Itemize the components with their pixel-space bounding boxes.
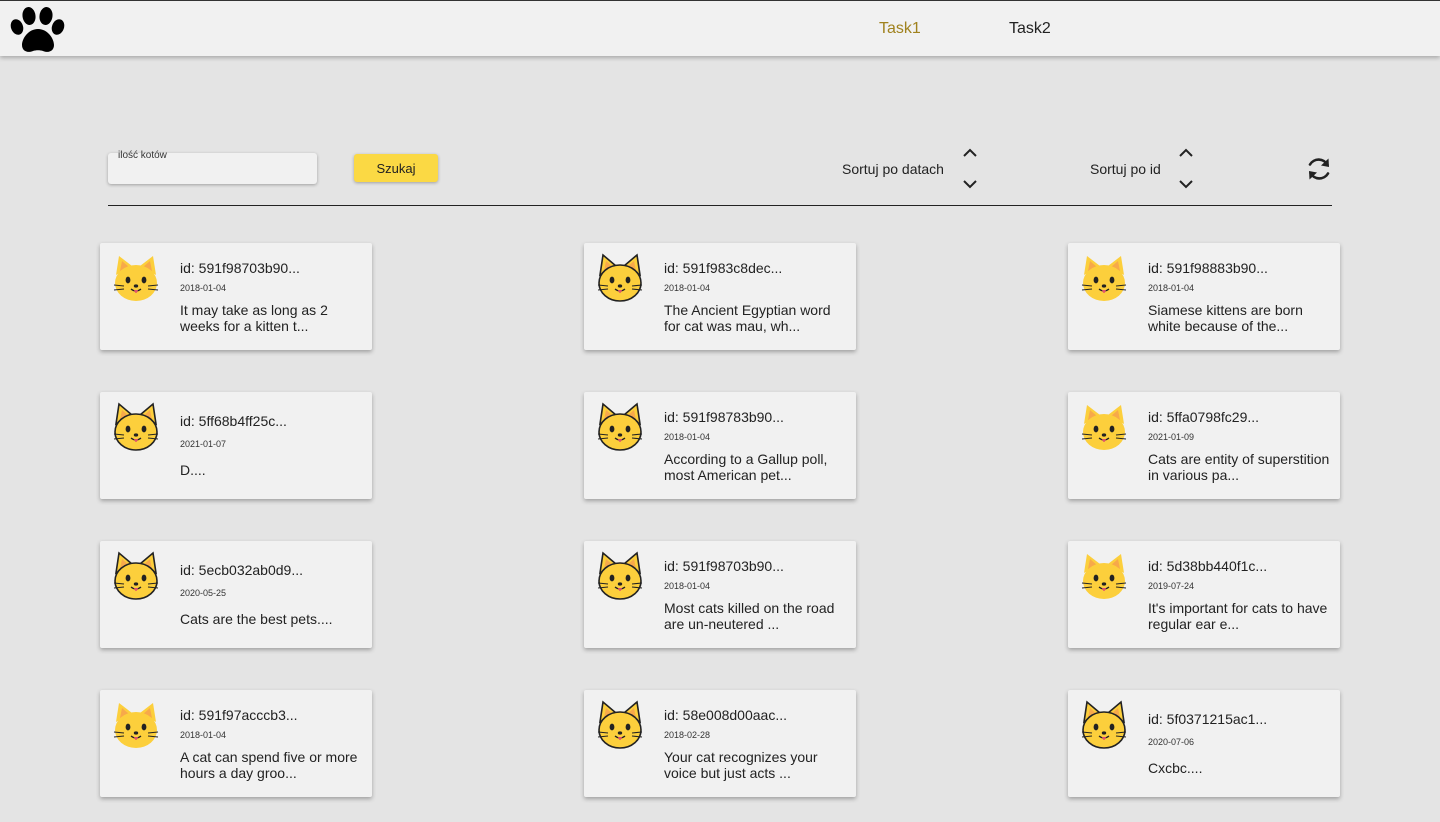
cat-fact-card[interactable]: id: 5ffa0798fc29... 2021-01-09 Cats are … (1068, 392, 1340, 499)
card-date: 2018-02-28 (664, 730, 711, 740)
card-text: A cat can spend five or more hours a day… (180, 749, 358, 781)
cat-face-icon (110, 253, 162, 305)
card-text: Siamese kittens are born white because o… (1148, 302, 1303, 334)
nav-task2[interactable]: Task2 (1009, 20, 1051, 38)
card-id: id: 591f98703b90... (180, 260, 300, 276)
sort-id-asc-icon[interactable] (1178, 147, 1194, 159)
card-date: 2020-07-06 (1148, 737, 1195, 747)
cat-fact-card[interactable]: id: 58e008d00aac... 2018-02-28 Your cat … (584, 690, 856, 797)
cat-face-icon (110, 551, 162, 603)
card-date: 2018-01-04 (664, 283, 711, 293)
card-id: id: 591f98883b90... (1148, 260, 1268, 276)
card-date: 2018-01-04 (180, 730, 227, 740)
cat-face-icon (110, 700, 162, 752)
card-date: 2021-01-07 (180, 439, 227, 449)
card-date: 2018-01-04 (1148, 283, 1195, 293)
card-id: id: 591f983c8dec... (664, 260, 783, 276)
card-text: The Ancient Egyptian word for cat was ma… (664, 302, 831, 334)
card-date: 2018-01-04 (664, 432, 711, 442)
cat-fact-card[interactable]: id: 591f98703b90... 2018-01-04 It may ta… (100, 243, 372, 350)
cat-face-icon (1078, 402, 1130, 454)
card-date: 2020-05-25 (180, 588, 227, 598)
cat-face-icon (594, 253, 646, 305)
cat-face-icon (1078, 700, 1130, 752)
card-text: Cats are entity of superstition in vario… (1148, 451, 1330, 483)
cat-fact-card[interactable]: id: 591f98883b90... 2018-01-04 Siamese k… (1068, 243, 1340, 350)
cat-fact-card[interactable]: id: 5d38bb440f1c... 2019-07-24 It's impo… (1068, 541, 1340, 648)
search-button[interactable]: Szukaj (354, 154, 438, 182)
card-id: id: 5ff68b4ff25c... (180, 413, 287, 429)
sort-date-asc-icon[interactable] (962, 147, 978, 159)
cat-face-icon (110, 402, 162, 454)
card-id: id: 58e008d00aac... (664, 707, 787, 723)
sort-by-date-label: Sortuj po datach (842, 161, 944, 177)
sort-id-desc-icon[interactable] (1178, 178, 1194, 190)
search-field[interactable]: ilość kotów (108, 150, 317, 184)
cat-fact-card[interactable]: id: 591f98783b90... 2018-01-04 According… (584, 392, 856, 499)
card-date: 2019-07-24 (1148, 581, 1195, 591)
divider (108, 205, 1332, 206)
card-id: id: 5d38bb440f1c... (1148, 558, 1268, 574)
card-text: Most cats killed on the road are un-neut… (664, 600, 835, 632)
top-bar: Task1 Task2 (0, 0, 1440, 56)
card-date: 2018-01-04 (664, 581, 711, 591)
cat-face-icon (594, 402, 646, 454)
card-text: It may take as long as 2 weeks for a kit… (180, 302, 328, 334)
paw-icon[interactable] (10, 5, 66, 55)
card-text: According to a Gallup poll, most America… (664, 451, 828, 483)
card-text: Cxcbc.... (1148, 760, 1203, 776)
card-id: id: 5ffa0798fc29... (1148, 409, 1260, 425)
cat-fact-card[interactable]: id: 5f0371215ac1... 2020-07-06 Cxcbc.... (1068, 690, 1340, 797)
card-text: D.... (180, 462, 206, 478)
card-text: It's important for cats to have regular … (1148, 600, 1328, 632)
refresh-icon[interactable] (1305, 155, 1333, 183)
cat-face-icon (1078, 253, 1130, 305)
card-date: 2018-01-04 (180, 283, 227, 293)
sort-date-desc-icon[interactable] (962, 178, 978, 190)
cat-count-input[interactable] (108, 163, 317, 183)
cat-fact-card[interactable]: id: 591f98703b90... 2018-01-04 Most cats… (584, 541, 856, 648)
cat-fact-card[interactable]: id: 591f983c8dec... 2018-01-04 The Ancie… (584, 243, 856, 350)
card-text: Your cat recognizes your voice but just … (664, 749, 818, 781)
cat-fact-card[interactable]: id: 591f97acccb3... 2018-01-04 A cat can… (100, 690, 372, 797)
card-id: id: 591f97acccb3... (180, 707, 298, 723)
card-id: id: 591f98703b90... (664, 558, 784, 574)
cat-face-icon (594, 551, 646, 603)
sort-by-id-label: Sortuj po id (1090, 161, 1161, 177)
cat-fact-card[interactable]: id: 5ecb032ab0d9... 2020-05-25 Cats are … (100, 541, 372, 648)
nav-task1[interactable]: Task1 (879, 20, 921, 38)
cat-fact-card[interactable]: id: 5ff68b4ff25c... 2021-01-07 D.... (100, 392, 372, 499)
card-text: Cats are the best pets.... (180, 611, 333, 627)
card-id: id: 5ecb032ab0d9... (180, 562, 303, 578)
search-label: ilość kotów (118, 150, 167, 161)
cat-face-icon (594, 700, 646, 752)
card-id: id: 5f0371215ac1... (1148, 711, 1268, 727)
card-date: 2021-01-09 (1148, 432, 1195, 442)
card-id: id: 591f98783b90... (664, 409, 784, 425)
cat-face-icon (1078, 551, 1130, 603)
